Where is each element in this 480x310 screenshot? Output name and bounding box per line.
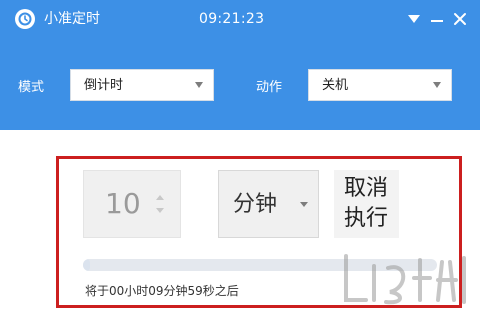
unit-select[interactable]: 分钟 xyxy=(218,170,319,238)
cancel-execution-label: 取消执行 xyxy=(344,176,389,231)
cancel-execution-button[interactable]: 取消执行 xyxy=(334,170,399,238)
current-time: 09:21:23 xyxy=(199,11,265,27)
action-select-value: 关机 xyxy=(322,78,349,93)
triangle-down-icon[interactable] xyxy=(404,9,424,29)
settings-bar: 模式 倒计时 动作 关机 xyxy=(0,38,480,130)
chevron-down-icon xyxy=(195,82,203,88)
app-title: 小准定时 xyxy=(44,11,100,27)
countdown-progress-fill xyxy=(83,259,91,271)
action-label: 动作 xyxy=(256,80,283,95)
close-icon[interactable] xyxy=(450,9,470,29)
mode-label: 模式 xyxy=(18,80,45,95)
mode-select[interactable]: 倒计时 xyxy=(70,69,214,101)
duration-value: 10 xyxy=(105,187,141,220)
unit-select-value: 分钟 xyxy=(233,192,278,217)
mode-select-value: 倒计时 xyxy=(84,78,124,93)
watermark-logo xyxy=(338,248,478,308)
duration-stepper[interactable]: 10 xyxy=(83,170,181,238)
spin-up-icon[interactable] xyxy=(156,195,164,200)
minimize-icon[interactable] xyxy=(427,9,447,29)
spin-down-icon[interactable] xyxy=(156,208,164,213)
countdown-status: 将于00小时09分钟59秒之后 xyxy=(85,284,239,298)
action-select[interactable]: 关机 xyxy=(308,69,452,101)
chevron-down-icon xyxy=(300,202,308,207)
title-bar: 小准定时 09:21:23 xyxy=(0,0,480,38)
clock-icon xyxy=(15,9,35,29)
chevron-down-icon xyxy=(433,82,441,88)
